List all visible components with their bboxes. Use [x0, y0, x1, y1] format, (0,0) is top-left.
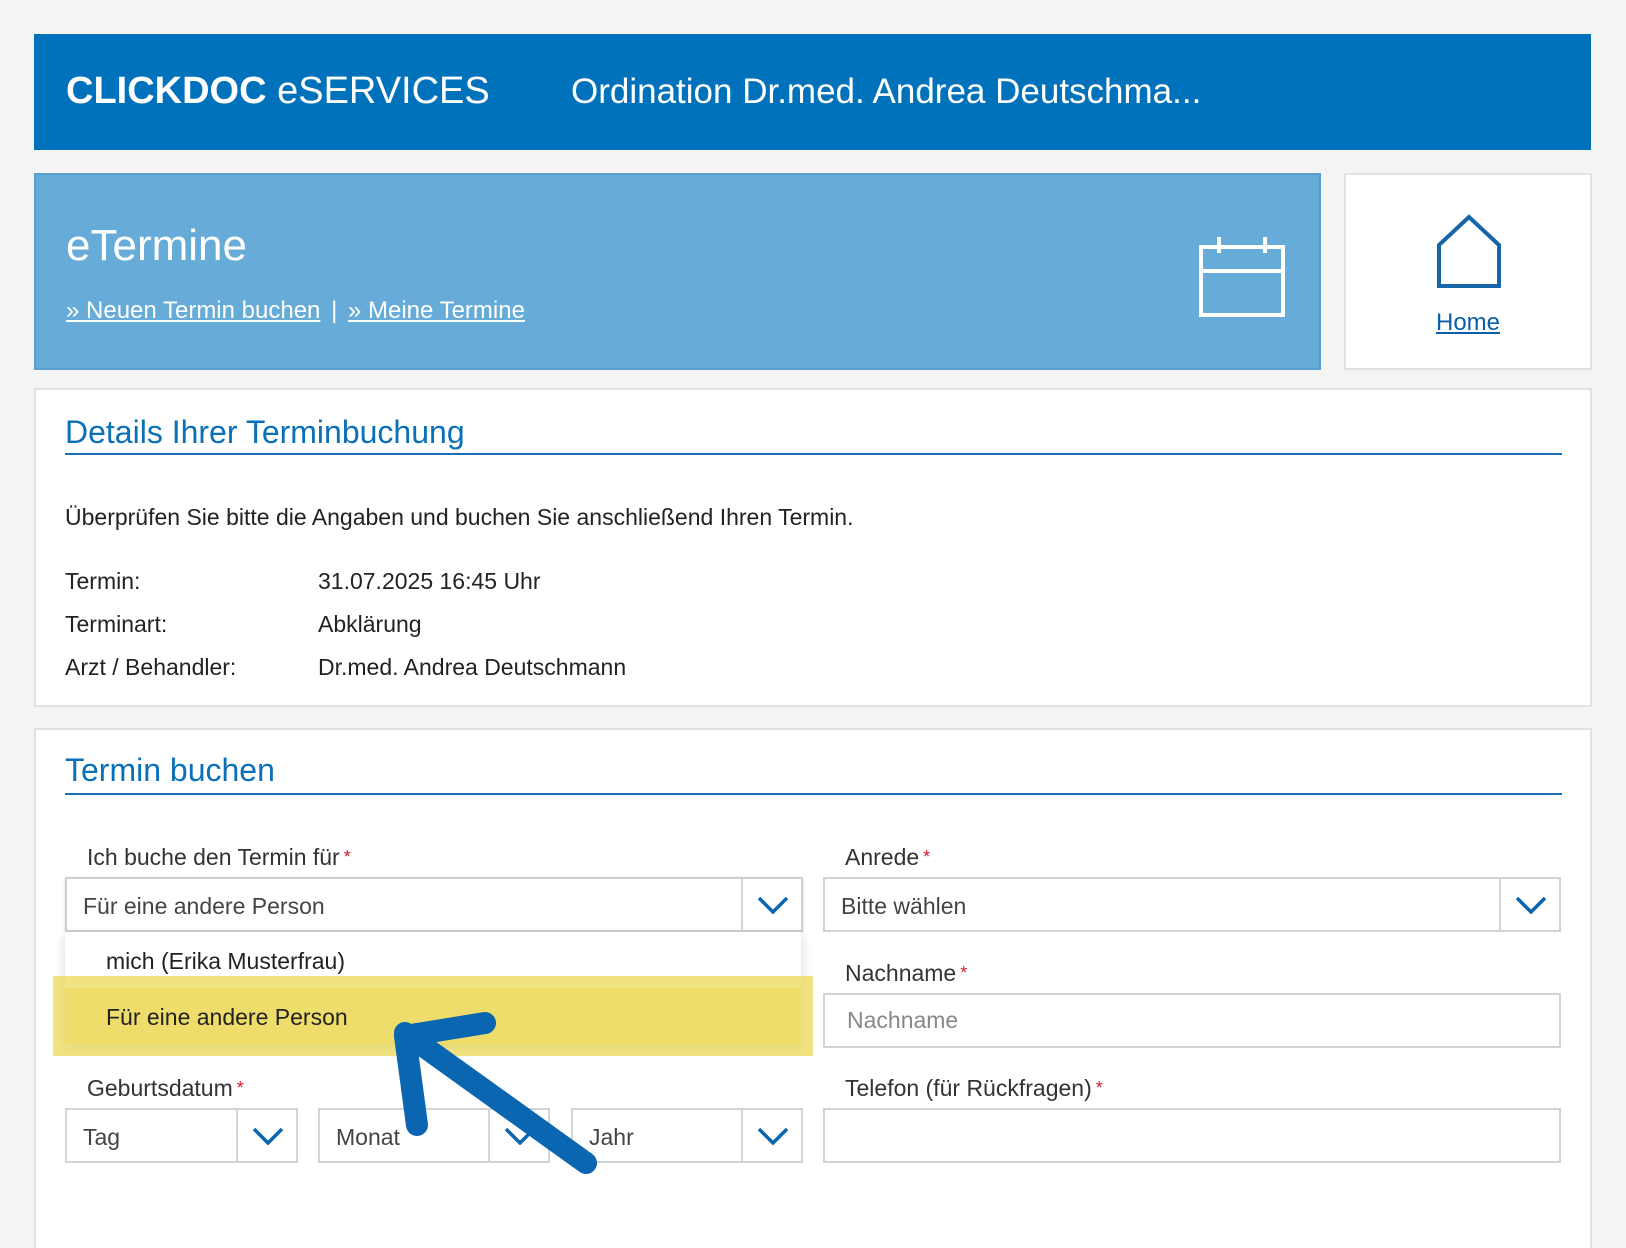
home-icon [1437, 214, 1501, 288]
details-divider [65, 453, 1562, 455]
chevron-down-icon [757, 1127, 789, 1145]
required-mark: * [236, 1078, 244, 1098]
new-appointment-link[interactable]: » Neuen Termin buchen [66, 297, 320, 324]
detail-key: Arzt / Behandler: [65, 654, 237, 680]
home-card[interactable]: Home [1344, 173, 1592, 370]
nachname-label: Nachname * [845, 960, 967, 987]
anrede-select-toggle[interactable] [1499, 879, 1559, 930]
telefon-label: Telefon (für Rückfragen) * [845, 1075, 1103, 1102]
detail-value: Dr.med. Andrea Deutschmann [318, 654, 627, 680]
details-intro: Überprüfen Sie bitte die Angaben und buc… [65, 504, 854, 530]
day-select-toggle[interactable] [236, 1110, 296, 1161]
nachname-label-text: Nachname [845, 960, 957, 986]
details-title: Details Ihrer Terminbuchung [65, 414, 465, 450]
option-self[interactable]: mich (Erika Musterfrau) [65, 932, 801, 988]
detail-key: Termin: [65, 568, 141, 594]
detail-key: Terminart: [65, 611, 168, 637]
telefon-input[interactable] [823, 1108, 1561, 1163]
day-select[interactable]: Tag [65, 1108, 298, 1163]
for-select-dropdown: mich (Erika Musterfrau) Für eine andere … [53, 932, 813, 1056]
brand-logo[interactable]: CLICKDOC eSERVICES [66, 70, 490, 113]
geburtsdatum-label-text: Geburtsdatum [87, 1075, 233, 1101]
chevron-down-icon [252, 1127, 284, 1145]
month-select[interactable]: Monat [318, 1108, 550, 1163]
year-select-value: Jahr [589, 1124, 634, 1150]
booking-title: Termin buchen [65, 752, 275, 788]
page-title: eTermine [66, 221, 247, 270]
required-mark: * [960, 963, 968, 983]
details-panel: Details Ihrer Terminbuchung Überprüfen S… [34, 388, 1592, 707]
geburtsdatum-label: Geburtsdatum * [87, 1075, 244, 1102]
for-select[interactable]: Für eine andere Person [65, 877, 803, 932]
chevron-down-icon [504, 1127, 536, 1145]
for-label-text: Ich buche den Termin für [87, 844, 340, 870]
practice-name: Ordination Dr.med. Andrea Deutschma... [571, 72, 1202, 111]
month-select-value: Monat [336, 1124, 400, 1150]
anrede-select-value: Bitte wählen [841, 893, 967, 919]
month-select-toggle[interactable] [488, 1110, 548, 1161]
link-separator: | [331, 297, 338, 324]
required-mark: * [343, 847, 351, 867]
for-label: Ich buche den Termin für * [87, 844, 351, 871]
home-link[interactable]: Home [1346, 309, 1590, 337]
option-other-person[interactable]: Für eine andere Person [53, 976, 813, 1056]
for-select-toggle[interactable] [741, 879, 801, 930]
anrede-label: Anrede * [845, 844, 930, 871]
detail-value: 31.07.2025 16:45 Uhr [318, 568, 541, 594]
required-mark: * [1095, 1078, 1103, 1098]
chevron-down-icon [1515, 896, 1547, 914]
my-appointments-link[interactable]: » Meine Termine [348, 297, 525, 324]
detail-value: Abklärung [318, 611, 422, 637]
booking-divider [65, 793, 1562, 795]
year-select-toggle[interactable] [741, 1110, 801, 1161]
etermine-header: eTermine » Neuen Termin buchen | » Meine… [34, 173, 1321, 370]
nachname-input[interactable] [823, 993, 1561, 1048]
required-mark: * [923, 847, 931, 867]
calendar-icon [1199, 237, 1285, 317]
option-label: Für eine andere Person [106, 1004, 348, 1030]
day-select-value: Tag [83, 1124, 121, 1150]
top-bar: CLICKDOC eSERVICES Ordination Dr.med. An… [34, 34, 1591, 150]
chevron-down-icon [757, 896, 789, 914]
anrede-select[interactable]: Bitte wählen [823, 877, 1561, 932]
hero-nav: » Neuen Termin buchen | » Meine Termine [66, 297, 525, 325]
year-select[interactable]: Jahr [571, 1108, 803, 1163]
anrede-label-text: Anrede [845, 844, 920, 870]
for-select-value: Für eine andere Person [83, 893, 325, 919]
brand-rest: eSERVICES [277, 70, 490, 112]
telefon-label-text: Telefon (für Rückfragen) [845, 1075, 1092, 1101]
brand-strong: CLICKDOC [66, 70, 267, 112]
option-label: mich (Erika Musterfrau) [106, 948, 345, 974]
